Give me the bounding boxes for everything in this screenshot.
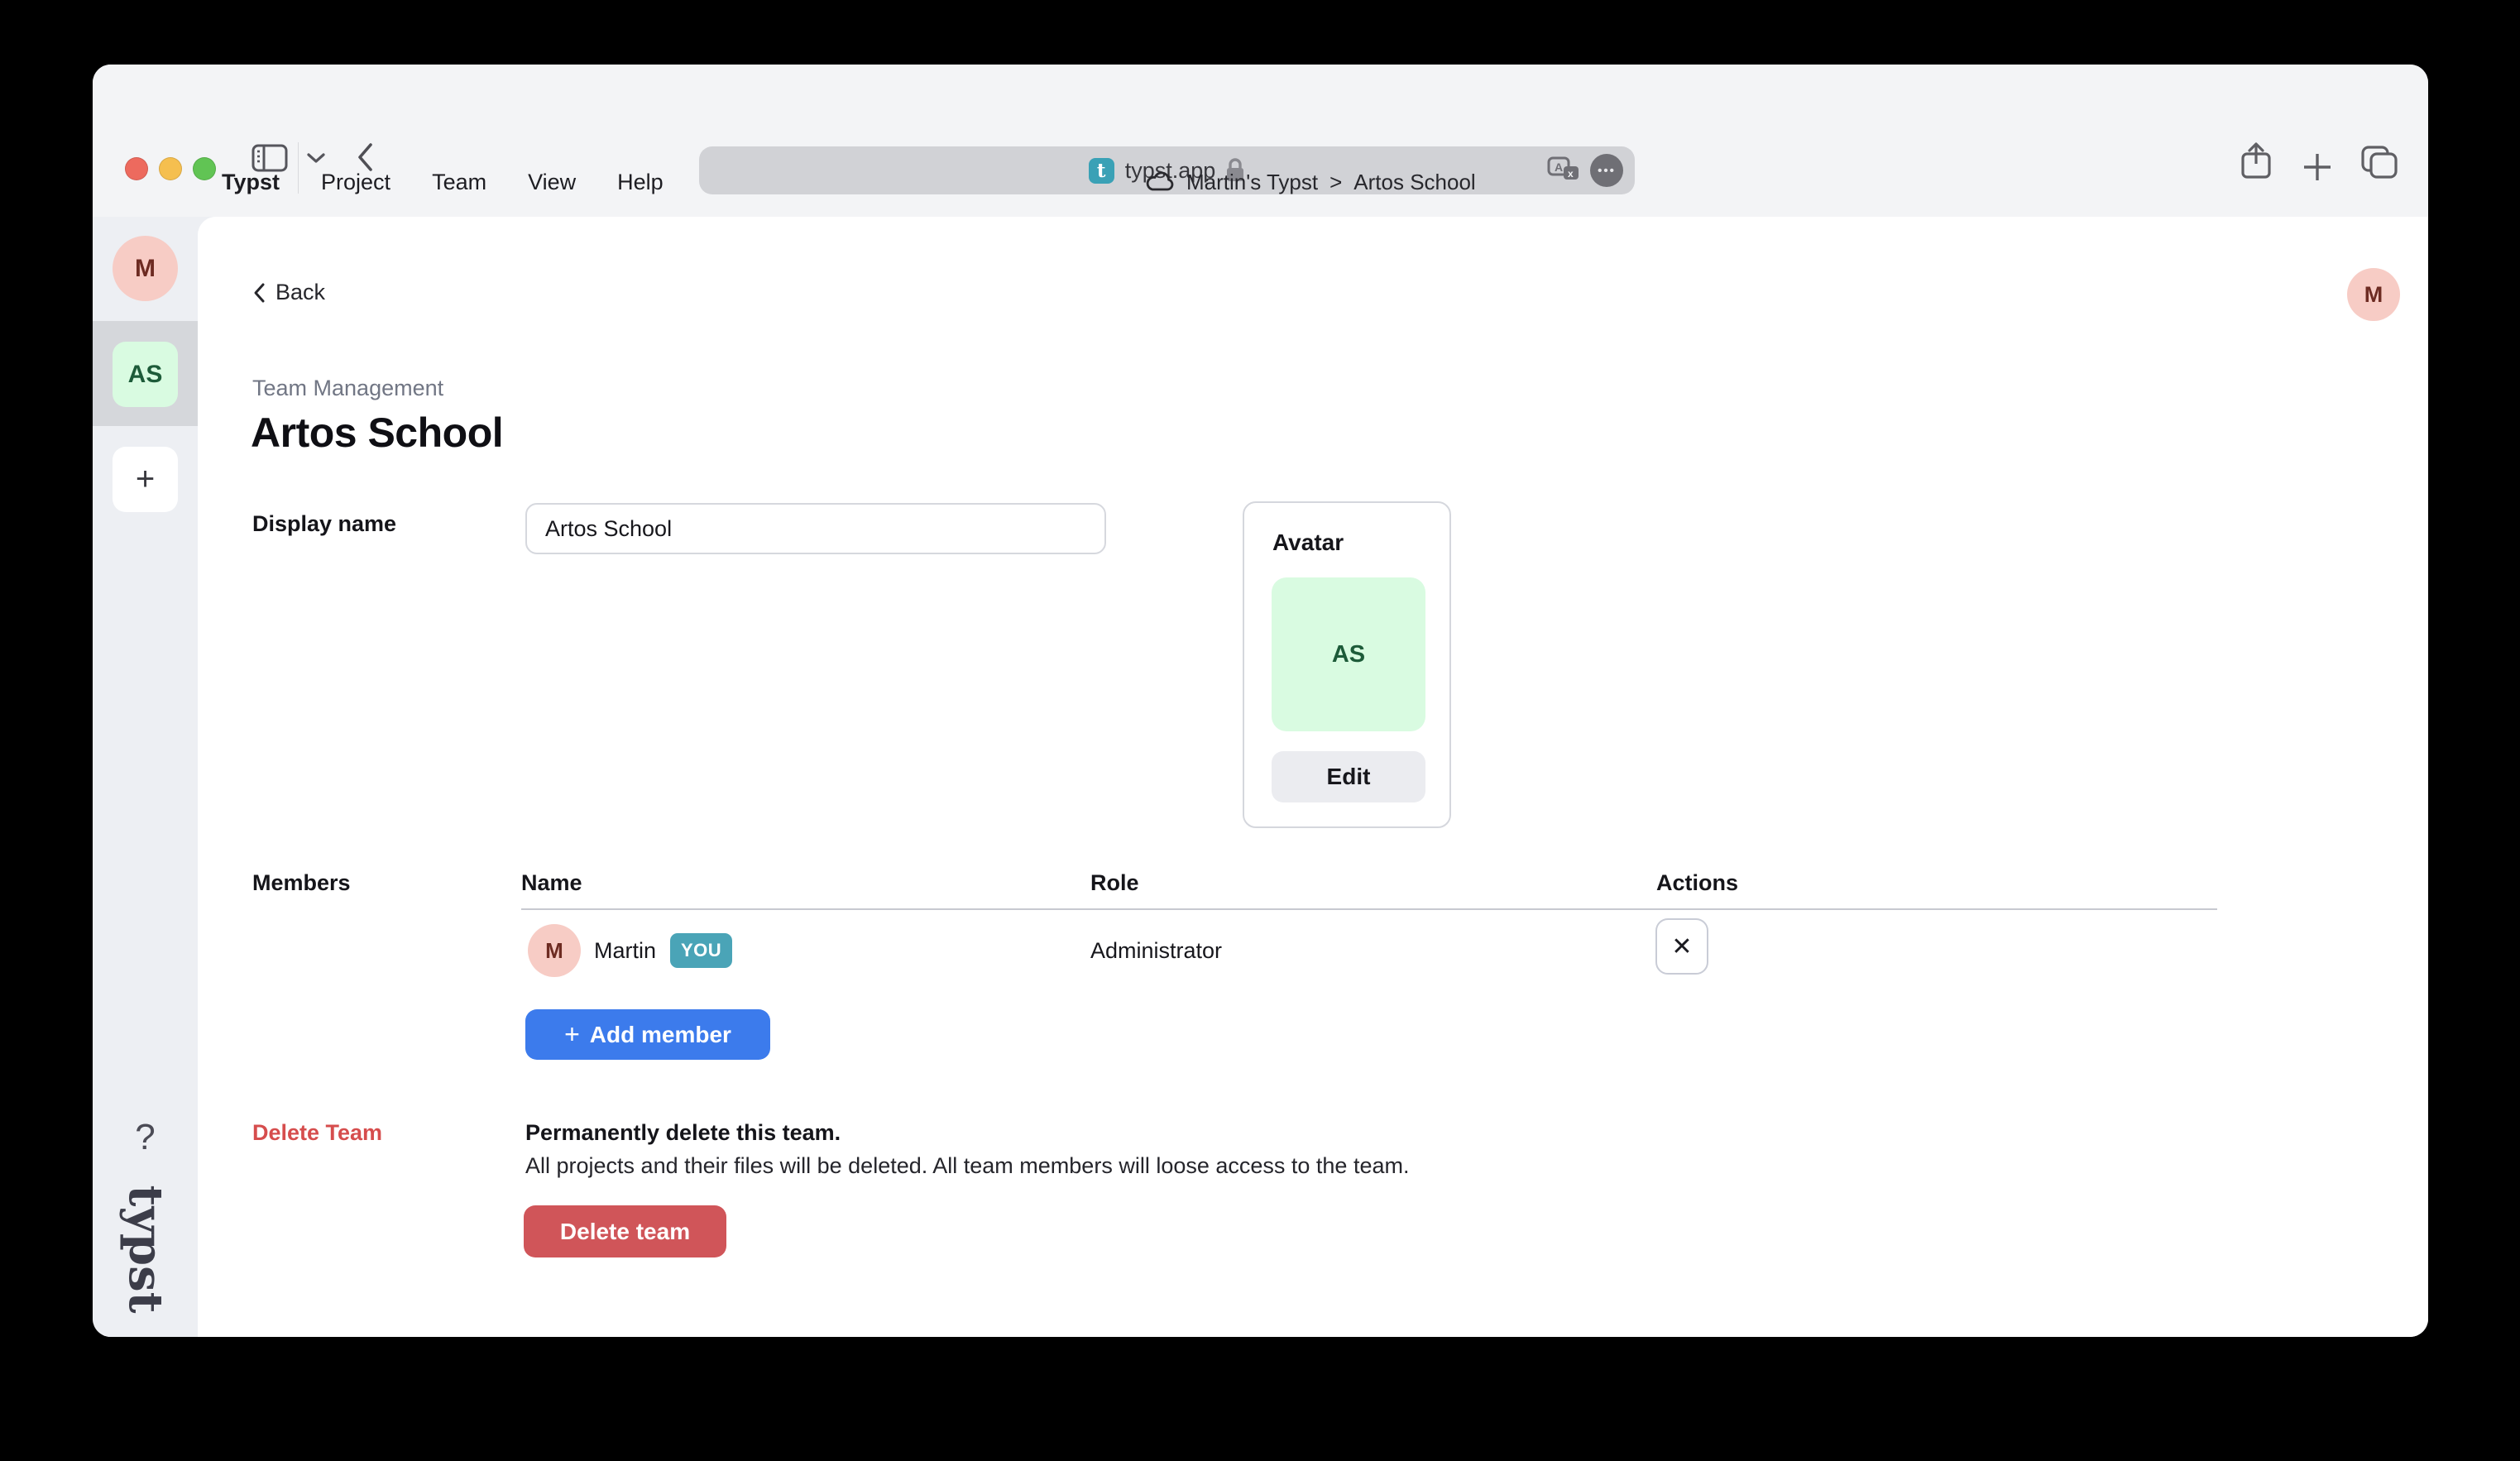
app-body: M AS + ? typst Back M Team Management — [93, 217, 2428, 1337]
team-avatar-preview: AS — [1272, 577, 1425, 731]
display-name-label: Display name — [252, 511, 396, 537]
team-avatar-initials: AS — [1332, 641, 1365, 668]
menu-view[interactable]: View — [528, 170, 576, 195]
edit-avatar-button[interactable]: Edit — [1272, 751, 1425, 802]
section-eyebrow: Team Management — [252, 376, 443, 401]
browser-chrome: t typst.app A x — [93, 65, 2428, 217]
you-badge: YOU — [670, 933, 732, 968]
titlebar: t typst.app A x — [93, 65, 2428, 147]
page-title: Artos School — [251, 409, 503, 457]
avatar-card-title: Avatar — [1272, 529, 1344, 556]
help-icon[interactable]: ? — [93, 1117, 198, 1158]
column-header-actions: Actions — [1656, 870, 1738, 896]
breadcrumb-current: Artos School — [1353, 170, 1475, 195]
back-chevron-icon — [252, 282, 266, 304]
member-avatar: M — [528, 924, 581, 977]
delete-team-button[interactable]: Delete team — [524, 1205, 726, 1257]
sidebar-add-team-button[interactable]: + — [113, 447, 178, 512]
column-header-name: Name — [521, 870, 582, 896]
avatar-card: Avatar AS Edit — [1243, 501, 1451, 828]
column-header-role: Role — [1090, 870, 1139, 896]
close-icon: ✕ — [1671, 932, 1692, 961]
delete-team-description: All projects and their files will be del… — [525, 1153, 1409, 1179]
plus-icon: + — [564, 1019, 580, 1050]
display-name-input[interactable] — [525, 503, 1106, 554]
back-label: Back — [275, 280, 325, 305]
add-member-label: Add member — [590, 1022, 731, 1048]
members-label: Members — [252, 870, 351, 896]
sidebar-user-avatar[interactable]: M — [113, 236, 178, 301]
menu-team[interactable]: Team — [432, 170, 486, 195]
breadcrumb-separator: > — [1329, 170, 1342, 195]
user-initial: M — [135, 255, 156, 283]
account-initial: M — [2364, 282, 2383, 308]
workspace-sidebar: M AS + ? typst — [93, 217, 198, 1337]
typst-logo: typst — [118, 1186, 173, 1314]
member-role: Administrator — [1090, 938, 1222, 964]
cloud-icon — [1145, 172, 1175, 192]
breadcrumb: Martin's Typst > Artos School — [1145, 147, 1476, 217]
main-content: Back M Team Management Artos School Disp… — [198, 217, 2428, 1337]
browser-window: t typst.app A x — [93, 65, 2428, 1337]
menu-project[interactable]: Project — [321, 170, 390, 195]
member-initial: M — [545, 938, 563, 964]
menu-typst[interactable]: Typst — [222, 170, 280, 195]
account-avatar[interactable]: M — [2347, 268, 2400, 321]
member-name: Martin — [594, 938, 656, 964]
delete-team-section-label: Delete Team — [252, 1120, 382, 1146]
delete-team-heading: Permanently delete this team. — [525, 1120, 841, 1146]
back-button[interactable]: Back — [252, 280, 325, 305]
sidebar-team-avatar[interactable]: AS — [113, 342, 178, 407]
remove-member-button[interactable]: ✕ — [1655, 918, 1708, 975]
team-initial: AS — [128, 361, 163, 389]
table-header-divider — [521, 908, 2217, 910]
breadcrumb-workspace[interactable]: Martin's Typst — [1186, 170, 1318, 195]
menu-help[interactable]: Help — [617, 170, 664, 195]
plus-icon: + — [136, 461, 155, 498]
add-member-button[interactable]: + Add member — [525, 1009, 770, 1060]
